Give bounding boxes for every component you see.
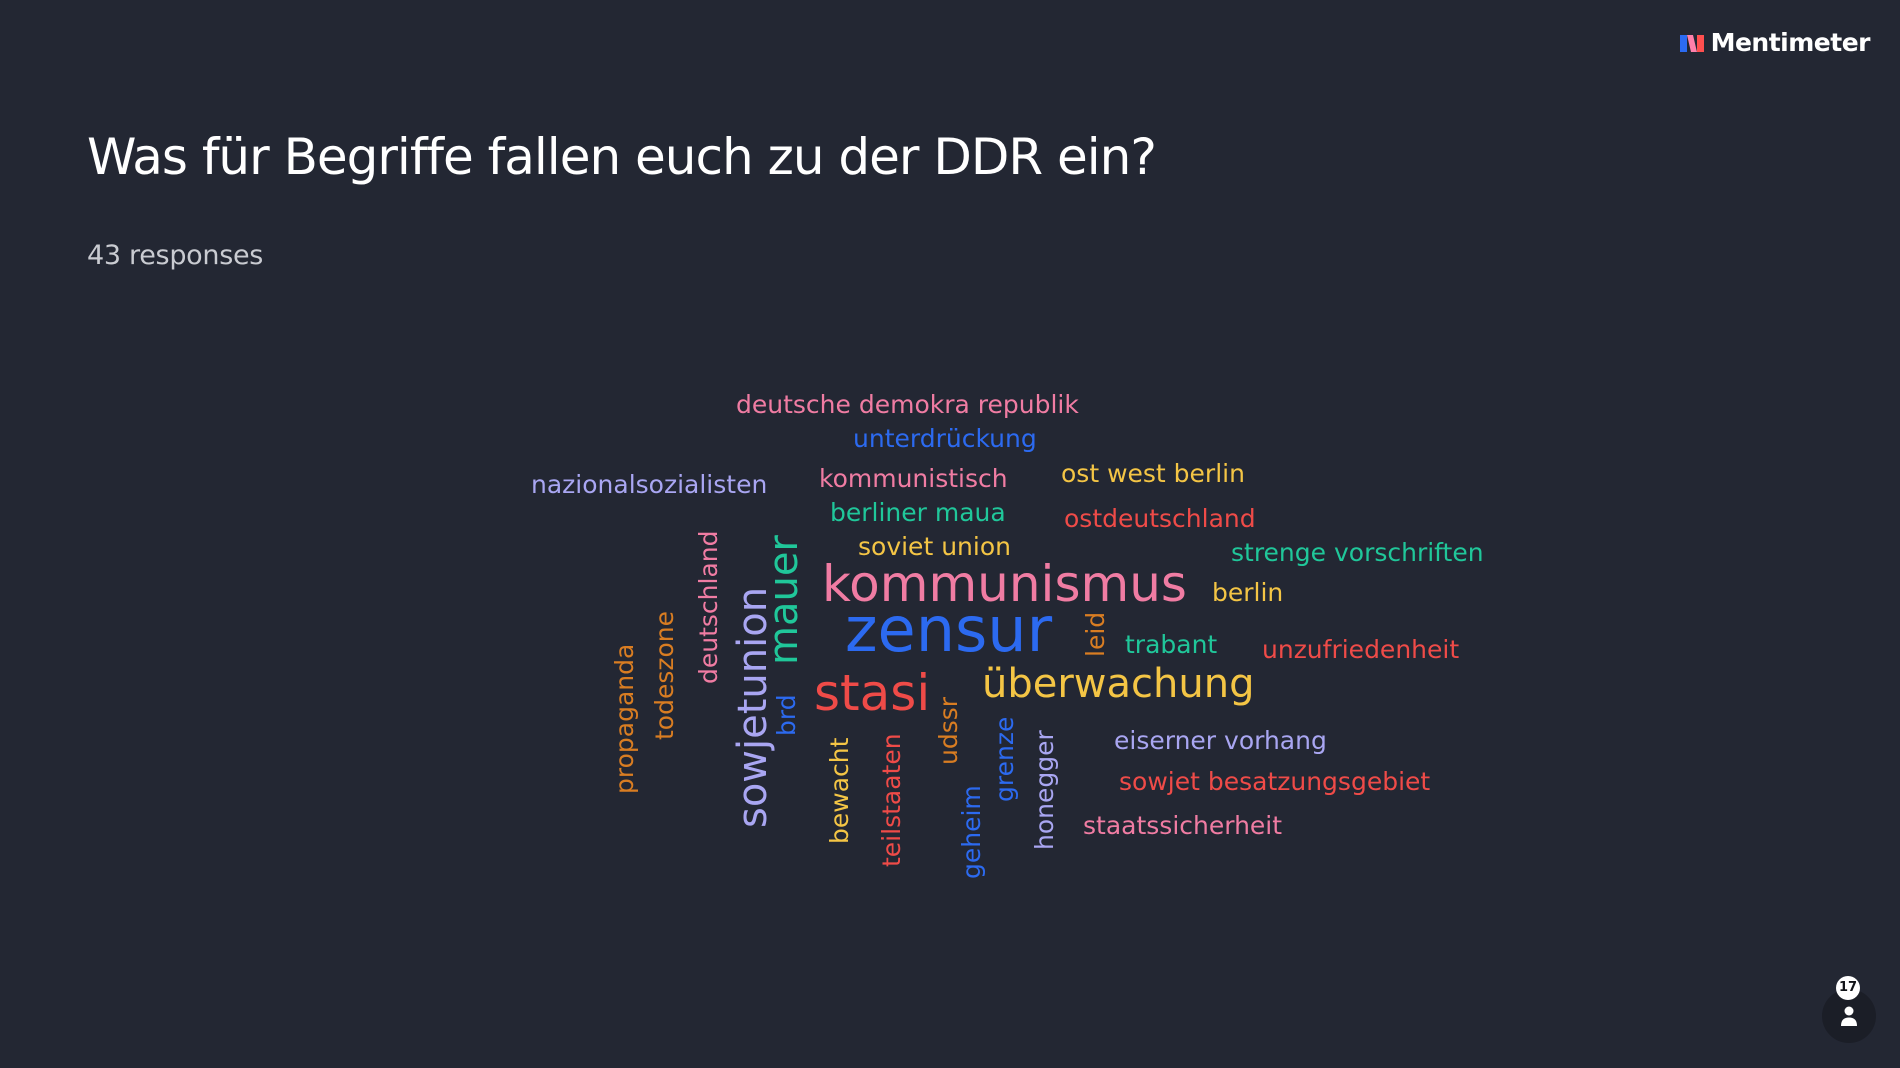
- word-cloud-word: udssr: [934, 696, 963, 765]
- word-cloud-word: deutsche demokra republik: [736, 390, 1079, 419]
- word-cloud-word: unzufriedenheit: [1262, 635, 1459, 664]
- word-cloud-word: überwachung: [982, 661, 1254, 707]
- word-cloud-word: unterdrückung: [853, 424, 1037, 453]
- word-cloud-word: strenge vorschriften: [1231, 538, 1484, 567]
- word-cloud: deutsche demokra republik unterdrückung na…: [0, 0, 1900, 1068]
- word-cloud-word: kommunistisch: [819, 464, 1008, 493]
- word-cloud-word: sowjetunion: [730, 587, 776, 828]
- word-cloud-word: grenze: [990, 717, 1019, 802]
- word-cloud-canvas: deutsche demokra republik unterdrückung na…: [531, 390, 1484, 879]
- word-cloud-word: berlin: [1212, 578, 1283, 607]
- word-cloud-word: deutschland: [694, 531, 723, 685]
- word-cloud-word: stasi: [814, 664, 930, 722]
- person-icon: [1841, 1006, 1857, 1026]
- word-cloud-word: todeszone: [650, 611, 679, 740]
- word-cloud-word: propaganda: [610, 644, 639, 794]
- word-cloud-word: bewacht: [825, 737, 854, 844]
- word-cloud-word: trabant: [1125, 630, 1217, 659]
- word-cloud-word: ostdeutschland: [1064, 504, 1256, 533]
- word-cloud-word: berliner maua: [830, 498, 1006, 527]
- presentation-slide: Mentimeter Was für Begriffe fallen euch …: [0, 0, 1900, 1068]
- word-cloud-word: leid: [1081, 612, 1110, 657]
- word-cloud-word: teilstaaten: [877, 733, 906, 867]
- word-cloud-word: staatssicherheit: [1083, 811, 1282, 840]
- word-cloud-word: zensur: [845, 593, 1053, 666]
- word-cloud-word: brd: [772, 694, 801, 736]
- participants-count-badge: 17: [1836, 976, 1860, 1000]
- word-cloud-word: ost west berlin: [1061, 459, 1245, 488]
- word-cloud-word: eiserner vorhang: [1114, 726, 1327, 755]
- word-cloud-word: sowjet besatzungsgebiet: [1119, 767, 1430, 796]
- word-cloud-word: honegger: [1030, 730, 1059, 850]
- word-cloud-word: nazionalsozialisten: [531, 470, 767, 499]
- word-cloud-word: geheim: [957, 785, 986, 879]
